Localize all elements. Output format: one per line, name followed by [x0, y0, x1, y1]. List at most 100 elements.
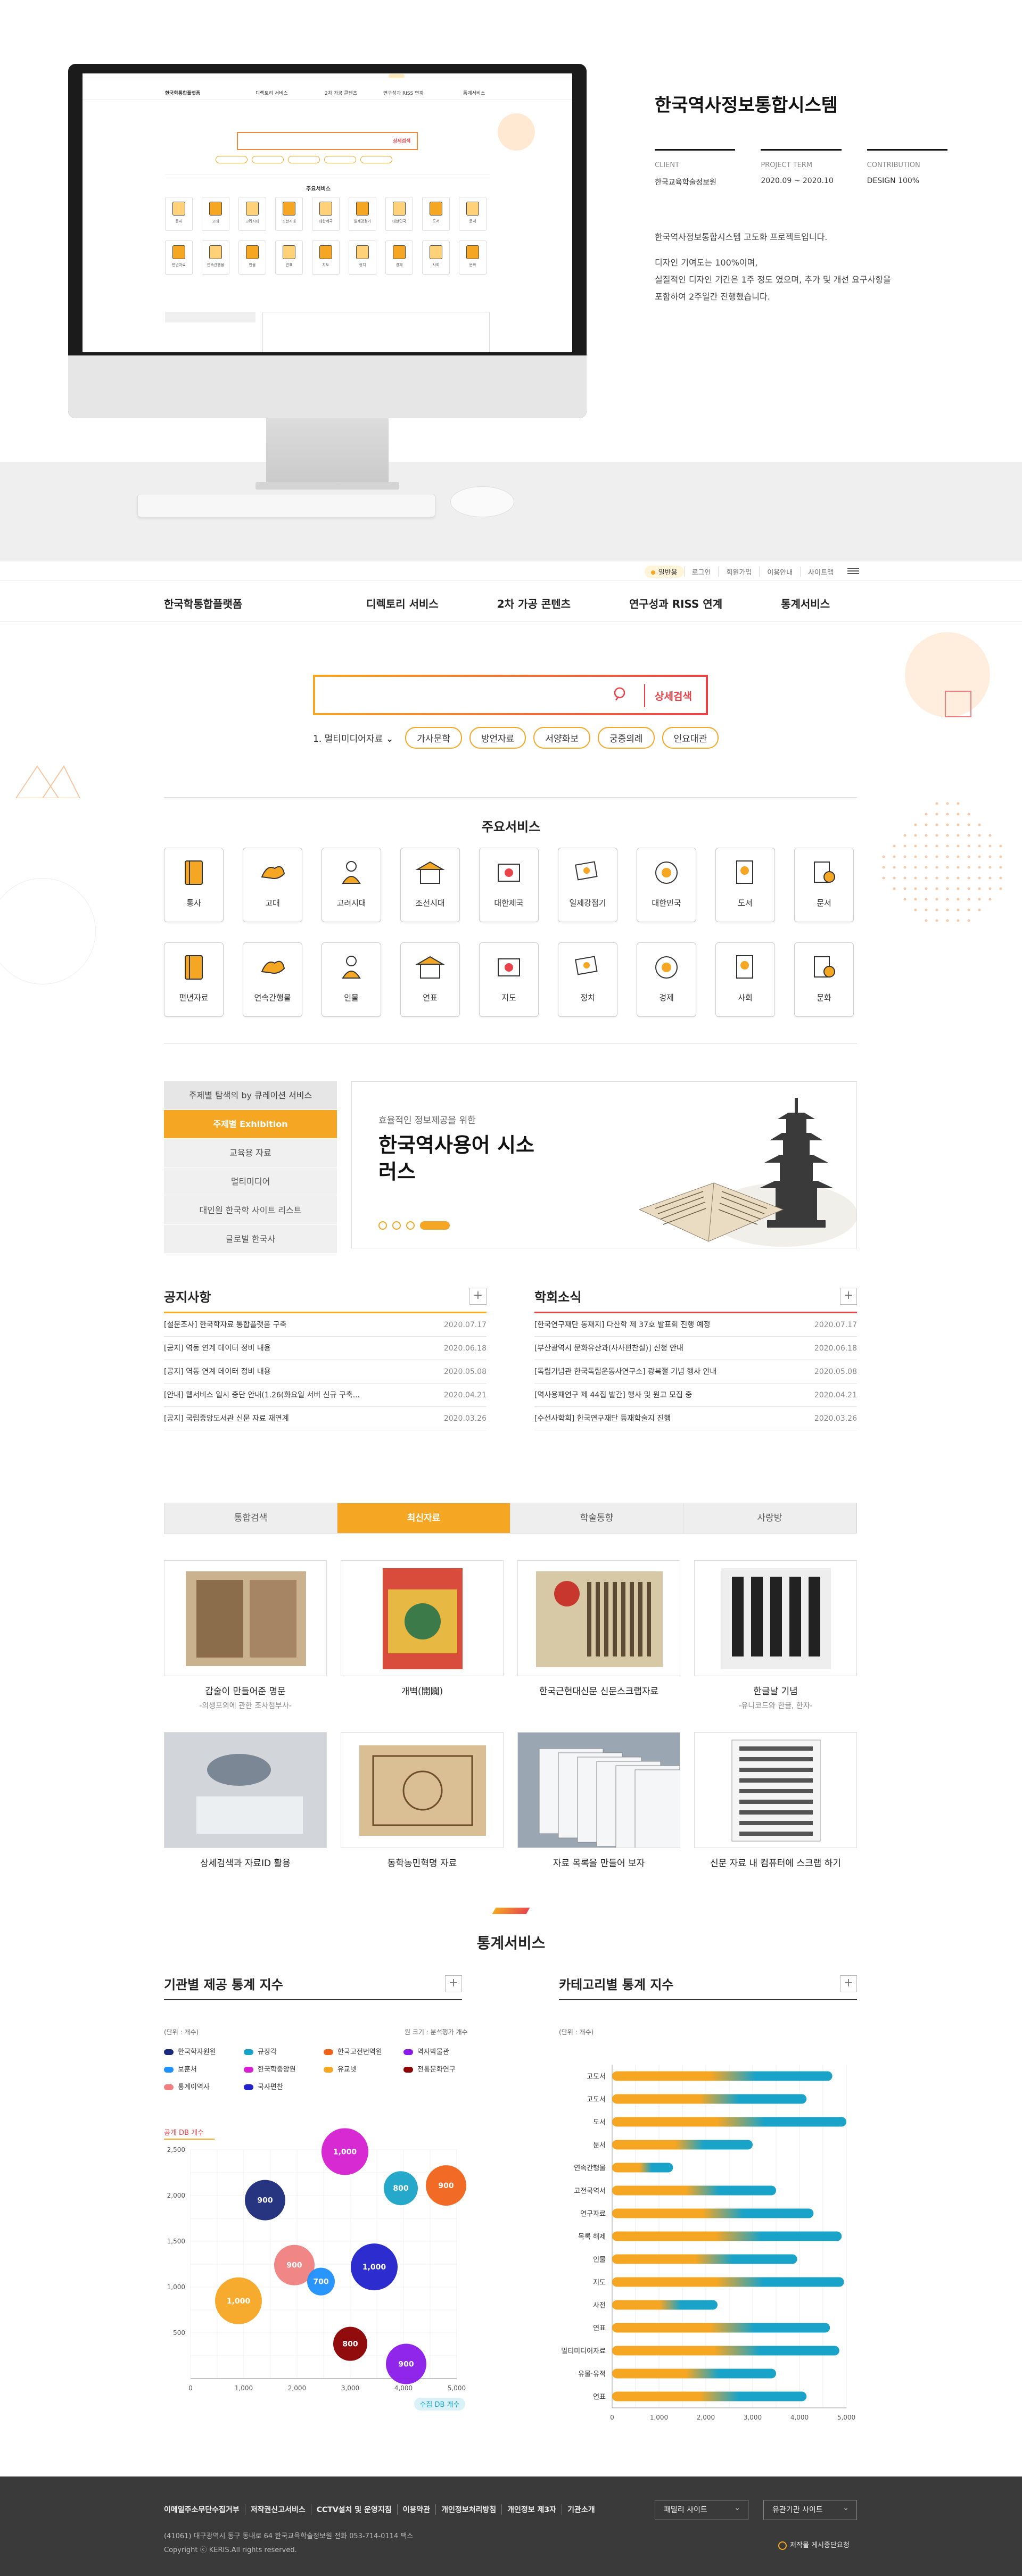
service-item[interactable]: 대한제국 — [479, 848, 539, 922]
card-thumbnail[interactable] — [341, 1560, 504, 1676]
keyword-chip[interactable]: 인요대관 — [662, 727, 719, 749]
academic-row[interactable]: [부산광역시 문화유산과(사사편찬실)] 신청 안내 2020.06.18 — [534, 1337, 857, 1360]
menu-content[interactable]: 2차 가공 콘텐츠 — [497, 595, 571, 611]
service-icon — [655, 862, 678, 884]
lang-toggle[interactable]: 일반용 — [644, 566, 684, 578]
notice-row[interactable]: [공지] 역동 연계 데이터 정비 내용 2020.05.08 — [164, 1360, 487, 1384]
detail-search-button[interactable]: 상세검색 — [644, 684, 692, 707]
menu-directory[interactable]: 디렉토리 서비스 — [366, 595, 439, 611]
service-item[interactable]: 지도 — [479, 942, 539, 1017]
service-item[interactable]: 연표 — [400, 942, 460, 1017]
service-item[interactable]: 고려시대 — [322, 848, 381, 922]
academic-row[interactable]: [독립기념관 한국독립운동사연구소] 광복절 기념 행사 안내 2020.05.0… — [534, 1360, 857, 1384]
menu-icon[interactable] — [847, 566, 859, 576]
service-item[interactable]: 경제 — [637, 942, 696, 1017]
service-item[interactable]: 정치 — [558, 942, 617, 1017]
notice-row[interactable]: [공지] 역동 연계 데이터 정비 내용 2020.06.18 — [164, 1337, 487, 1360]
menu-stats[interactable]: 통계서비스 — [781, 595, 830, 611]
academic-row[interactable]: [수선사학회] 한국연구재단 등재학술지 진행 2020.03.26 — [534, 1407, 857, 1430]
more-icon[interactable]: + — [840, 1287, 857, 1305]
more-icon[interactable]: + — [840, 1975, 857, 1992]
service-item[interactable]: 문화 — [794, 942, 854, 1017]
join-link[interactable]: 회원가입 — [718, 567, 759, 577]
footer-link[interactable]: 기관소개 — [562, 2504, 600, 2515]
footer-link[interactable]: 이용약관 — [397, 2504, 436, 2515]
site-logo[interactable]: 한국학통합플랫폼 — [164, 595, 242, 611]
academic-row-date: 2020.05.08 — [814, 1368, 857, 1376]
service-item[interactable]: 조선시대 — [400, 848, 460, 922]
pager-dot[interactable] — [392, 1221, 401, 1230]
keyword-chip[interactable]: 서양화보 — [533, 727, 590, 749]
service-item[interactable]: 문서 — [794, 848, 854, 922]
legend-item: 유교넷 — [324, 2064, 403, 2074]
footer-link[interactable]: CCTV설치 및 운영지침 — [310, 2504, 397, 2515]
service-item[interactable]: 인물 — [322, 942, 381, 1017]
notice-row[interactable]: [안내] 웹서비스 일시 중단 안내(1.26(화요일 서버 신규 구축... 2… — [164, 1384, 487, 1407]
curation-item[interactable]: 교육용 자료 — [164, 1139, 337, 1167]
pager-dot[interactable] — [378, 1221, 387, 1230]
keyword-chip[interactable]: 궁중의례 — [597, 727, 655, 749]
service-item[interactable]: 도서 — [715, 848, 775, 922]
login-link[interactable]: 로그인 — [683, 567, 719, 577]
service-item[interactable]: 사회 — [715, 942, 775, 1017]
footer-link[interactable]: 개인정보 제3자 — [501, 2504, 562, 2515]
sitemap-link[interactable]: 사이트맵 — [800, 567, 841, 577]
legend-item: 역사박물관 — [403, 2046, 483, 2056]
academic-row[interactable]: [한국연구재단 동재지] 다산학 제 37호 발표회 진행 예정 2020.07.… — [534, 1313, 857, 1337]
service-item[interactable]: 고대 — [243, 848, 302, 922]
service-item[interactable]: 편년자료 — [164, 942, 224, 1017]
keyword-chip[interactable]: 방언자료 — [469, 727, 526, 749]
main-search[interactable]: 상세검색 — [313, 675, 708, 715]
service-item[interactable]: 일제강점기 — [558, 848, 617, 922]
tab-academic[interactable]: 학술동향 — [510, 1503, 683, 1533]
related-site-select[interactable]: 유관기관 사이트 — [763, 2498, 857, 2520]
card-thumbnail[interactable] — [694, 1560, 857, 1676]
content-card[interactable]: 개벽(開闢) — [341, 1560, 504, 1711]
card-thumbnail[interactable] — [517, 1732, 680, 1848]
keyword-chip[interactable]: 가사문학 — [405, 727, 462, 749]
family-site-select[interactable]: 패밀리 사이트 — [655, 2498, 748, 2520]
content-card[interactable]: 신문 자료 내 컴퓨터에 스크랩 하기 — [694, 1732, 857, 1869]
notice-row[interactable]: [설문조사] 한국학자료 통합플랫폼 구축 2020.07.17 — [164, 1313, 487, 1337]
card-thumbnail[interactable] — [164, 1560, 327, 1676]
footer-link[interactable]: 이메일주소무단수집거부 — [164, 2504, 245, 2515]
curation-item[interactable]: 멀티미디어 — [164, 1167, 337, 1196]
service-item[interactable]: 통사 — [164, 848, 224, 922]
footer-link[interactable]: 개인정보처리방침 — [435, 2504, 501, 2515]
banner-pager[interactable] — [378, 1221, 450, 1230]
curation-item-active[interactable]: 주제별 Exhibition — [164, 1110, 337, 1139]
keyword-lead[interactable]: 1. 멀티미디어자료 ⌄ — [313, 731, 393, 744]
curation-item[interactable]: 주제별 탐색의 by 큐레이션 서비스 — [164, 1081, 337, 1110]
card-thumbnail[interactable] — [341, 1732, 504, 1848]
card-thumbnail[interactable] — [164, 1732, 327, 1848]
takedown-request[interactable]: 저작물 게시중단요청 — [778, 2539, 850, 2550]
content-card[interactable]: 한국근현대신문 신문스크랩자료 — [517, 1560, 680, 1711]
academic-row[interactable]: [역사용재연구 제 44집 발간] 행사 및 원고 모집 중 2020.04.21 — [534, 1384, 857, 1407]
content-card[interactable]: 동학농민혁명 자료 — [341, 1732, 504, 1869]
card-thumbnail[interactable] — [517, 1560, 680, 1676]
menu-riss[interactable]: 연구성과 RISS 연계 — [629, 595, 722, 611]
more-icon[interactable]: + — [469, 1287, 487, 1305]
guide-link[interactable]: 이용안내 — [759, 567, 800, 577]
book-pagoda-illustration — [638, 1098, 856, 1247]
pager-dot[interactable] — [406, 1221, 415, 1230]
tab-integrated[interactable]: 통합검색 — [164, 1503, 337, 1533]
service-item[interactable]: 대한민국 — [637, 848, 696, 922]
tab-lounge[interactable]: 사랑방 — [683, 1503, 856, 1533]
card-thumbnail[interactable] — [694, 1732, 857, 1848]
notice-row[interactable]: [공지] 국립중앙도서관 신문 자료 재연계 2020.03.26 — [164, 1407, 487, 1430]
footer-link[interactable]: 저작권신고서비스 — [244, 2504, 311, 2515]
content-card[interactable]: 자료 목록을 만들어 보자 — [517, 1732, 680, 1869]
content-card[interactable]: 갑술이 만들어준 명문 -의생포외에 관한 조사첨부사- — [164, 1560, 327, 1711]
pager-active[interactable] — [420, 1221, 450, 1230]
curation-item[interactable]: 대인원 한국학 사이트 리스트 — [164, 1196, 337, 1225]
search-icon[interactable] — [613, 686, 629, 702]
tab-latest[interactable]: 최신자료 — [337, 1503, 510, 1533]
service-item[interactable]: 연속간행물 — [243, 942, 302, 1017]
legend-swatch — [403, 2067, 413, 2073]
curation-item[interactable]: 글로벌 한국사 — [164, 1225, 337, 1254]
content-card[interactable]: 상세검색과 자료ID 활용 — [164, 1732, 327, 1869]
more-icon[interactable]: + — [445, 1975, 462, 1992]
content-card[interactable]: 한글날 기념 -유니코드와 한글, 한자- — [694, 1560, 857, 1711]
thesaurus-banner[interactable]: 효율적인 정보제공을 위한 한국역사용어 시소러스 — [351, 1081, 857, 1248]
